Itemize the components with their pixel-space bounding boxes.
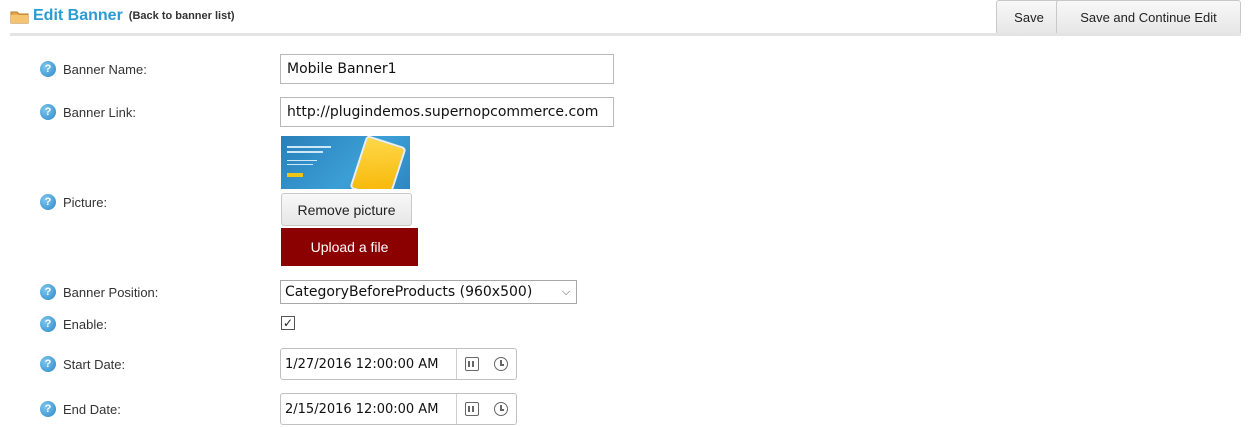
page-title: Edit Banner: [33, 7, 123, 24]
banner-picture-thumbnail: [281, 136, 410, 189]
title-area: Edit Banner (Back to banner list): [10, 6, 235, 26]
end-date-calendar-button[interactable]: [457, 394, 486, 424]
end-date-input[interactable]: 2/15/2016 12:00:00 AM: [281, 394, 458, 424]
start-date-picker: 1/27/2016 12:00:00 AM: [280, 348, 517, 380]
help-icon[interactable]: ?: [40, 356, 56, 372]
banner-position-label: Banner Position:: [63, 284, 159, 300]
banner-position-select[interactable]: CategoryBeforeProducts (960x500) ⌵: [280, 280, 577, 304]
clock-icon: [494, 357, 509, 371]
back-to-banner-list-link[interactable]: (Back to banner list): [129, 10, 235, 22]
help-icon[interactable]: ?: [40, 104, 56, 120]
help-icon[interactable]: ?: [40, 284, 56, 300]
banner-link-label: Banner Link:: [63, 104, 136, 120]
remove-picture-button[interactable]: Remove picture: [281, 193, 412, 226]
check-icon: ✓: [282, 316, 294, 330]
page-header: Edit Banner (Back to banner list) Save S…: [10, 0, 1241, 36]
help-icon[interactable]: ?: [40, 61, 56, 77]
save-button[interactable]: Save: [996, 0, 1062, 35]
start-date-label: Start Date:: [63, 356, 126, 372]
help-icon[interactable]: ?: [40, 316, 56, 332]
folder-icon: [10, 11, 29, 23]
end-date-picker: 2/15/2016 12:00:00 AM: [280, 393, 517, 425]
clock-icon: [494, 402, 509, 416]
end-date-label: End Date:: [63, 401, 121, 417]
picture-label: Picture:: [63, 194, 108, 210]
enable-row: ? Enable:: [40, 312, 107, 336]
enable-checkbox[interactable]: ✓: [281, 316, 295, 330]
calendar-icon: [464, 402, 479, 416]
help-icon[interactable]: ?: [40, 194, 56, 210]
start-time-clock-button[interactable]: [487, 349, 516, 379]
save-and-continue-button[interactable]: Save and Continue Edit: [1056, 0, 1241, 35]
banner-name-label: Banner Name:: [63, 61, 147, 77]
header-divider: [10, 33, 1241, 36]
banner-position-row: ? Banner Position:: [40, 280, 158, 304]
start-date-calendar-button[interactable]: [457, 349, 486, 379]
help-icon[interactable]: ?: [40, 401, 56, 417]
start-date-row: ? Start Date:: [40, 352, 125, 376]
phone-graphic: [349, 136, 407, 189]
end-time-clock-button[interactable]: [487, 394, 516, 424]
banner-link-row: ? Banner Link:: [40, 100, 136, 124]
picture-row: ? Picture:: [40, 190, 107, 214]
chevron-down-icon: ⌵: [561, 285, 571, 298]
banner-link-input[interactable]: http://plugindemos.supernopcommerce.com: [280, 97, 614, 127]
end-date-row: ? End Date:: [40, 397, 121, 421]
enable-label: Enable:: [63, 316, 108, 332]
calendar-icon: [464, 357, 479, 371]
banner-position-value: CategoryBeforeProducts (960x500): [285, 284, 533, 300]
banner-name-row: ? Banner Name:: [40, 57, 147, 81]
banner-name-input[interactable]: Mobile Banner1: [280, 54, 614, 84]
upload-file-button[interactable]: Upload a file: [281, 228, 418, 266]
start-date-input[interactable]: 1/27/2016 12:00:00 AM: [281, 349, 458, 379]
